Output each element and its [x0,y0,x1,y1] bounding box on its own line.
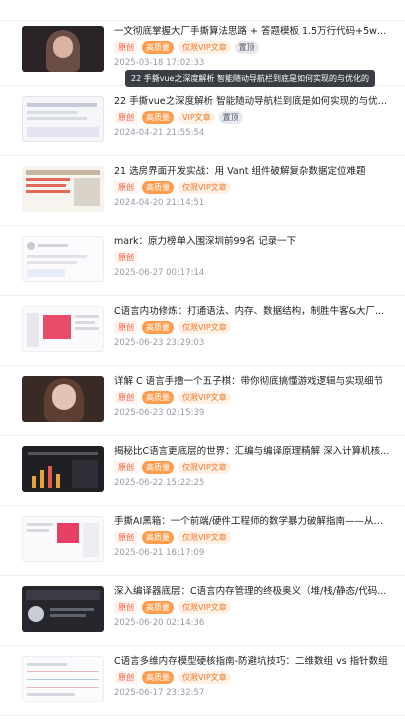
article-thumbnail[interactable] [22,166,104,212]
tag-high-quality: 高质量 [142,461,174,474]
article-thumbnail[interactable] [22,586,104,632]
top-edge [0,0,405,21]
article-tags: 原创 高质量 仅限VIP文章 [114,601,231,615]
article-date: 2025-06-21 16:17:09 [114,548,205,558]
article-date: 2025-06-22 15:22:25 [114,478,205,488]
article-thumbnail[interactable] [22,26,104,72]
article-thumbnail[interactable] [22,446,104,492]
tag-vip: VIP文章 [178,111,215,124]
article-tags: 原创 高质量 仅限VIP文章 [114,321,231,335]
tag-original: 原创 [114,41,138,54]
article-date: 2025-06-20 02:14:36 [114,618,205,628]
tag-pinned: 置顶 [234,41,259,54]
article-date: 2025-06-17 23:32:57 [114,688,205,698]
article-date: 2025-03-18 17:02:33 [114,58,205,68]
article-tags: 原创 高质量 仅限VIP文章 [114,181,231,195]
article-item[interactable]: 揭秘比C语言更底层的世界：汇编与编译原理精解 深入计算机核... 原创 高质量 … [0,442,405,506]
tag-vip: 仅限VIP文章 [178,41,231,54]
tag-high-quality: 高质量 [142,601,174,614]
tag-vip: 仅限VIP文章 [178,391,231,404]
tag-vip: 仅限VIP文章 [178,461,231,474]
article-thumbnail[interactable] [22,376,104,422]
tag-vip: 仅限VIP文章 [178,181,231,194]
tag-pinned: 置顶 [218,111,243,124]
article-item[interactable]: 深入编译器底层：C语言内存管理的终极奥义（堆/栈/静态/代码... 原创 高质量… [0,582,405,646]
tag-vip: 仅限VIP文章 [178,321,231,334]
tag-vip: 仅限VIP文章 [178,531,231,544]
article-title[interactable]: 21 选房界面开发实战：用 Vant 组件破解复杂数据定位难题 [114,165,390,179]
article-date: 2024-04-20 21:14:51 [114,198,205,208]
tag-original: 原创 [114,461,138,474]
article-item[interactable]: 21 选房界面开发实战：用 Vant 组件破解复杂数据定位难题 原创 高质量 仅… [0,162,405,226]
tag-high-quality: 高质量 [142,181,174,194]
article-title[interactable]: 一文彻底掌握大厂手撕算法思路 + 答题模板 1.5万行代码+5w字... [114,25,390,39]
tag-original: 原创 [114,321,138,334]
article-thumbnail[interactable] [22,306,104,352]
article-tags: 原创 高质量 仅限VIP文章 [114,391,231,405]
article-tags: 原创 高质量 仅限VIP文章 [114,531,231,545]
article-title[interactable]: 揭秘比C语言更底层的世界：汇编与编译原理精解 深入计算机核... [114,445,390,459]
article-thumbnail[interactable] [22,96,104,142]
article-title[interactable]: 深入编译器底层：C语言内存管理的终极奥义（堆/栈/静态/代码... [114,585,390,599]
article-date: 2025-06-27 00:17:14 [114,268,205,278]
article-thumbnail[interactable] [22,516,104,562]
tag-original: 原创 [114,181,138,194]
article-title[interactable]: 22 手撕vue之深度解析 智能随动导航栏到底是如何实现的与优化的 [114,95,390,109]
article-item[interactable]: 22 手撕vue之深度解析 智能随动导航栏到底是如何实现的与优化的 原创 高质量… [0,92,405,156]
article-title[interactable]: 详解 C 语言手撸一个五子棋：带你彻底搞懂游戏逻辑与实现细节 [114,375,390,389]
article-thumbnail[interactable] [22,236,104,282]
article-item[interactable]: 详解 C 语言手撸一个五子棋：带你彻底搞懂游戏逻辑与实现细节 原创 高质量 仅限… [0,372,405,436]
article-title[interactable]: C语言多维内存模型硬核指南-防避坑技巧：二维数组 vs 指针数组 [114,655,390,669]
tag-original: 原创 [114,251,138,264]
tag-vip: 仅限VIP文章 [178,601,231,614]
article-item[interactable]: C语言多维内存模型硬核指南-防避坑技巧：二维数组 vs 指针数组 原创 高质量 … [0,652,405,716]
tag-high-quality: 高质量 [142,111,174,124]
article-date: 2024-04-21 21:55:54 [114,128,205,138]
article-thumbnail[interactable] [22,656,104,702]
article-title[interactable]: 手撕AI黑箱：一个前端/硬件工程师的数学暴力破解指南——从神... [114,515,390,529]
article-tags: 原创 高质量 仅限VIP文章 [114,671,231,685]
article-tags: 原创 高质量 仅限VIP文章 置顶 [114,41,259,55]
article-item[interactable]: mark：原力榜单入围深圳前99名 记录一下 原创 2025-06-27 00:… [0,232,405,296]
article-item[interactable]: 手撕AI黑箱：一个前端/硬件工程师的数学暴力破解指南——从神... 原创 高质量… [0,512,405,576]
tag-original: 原创 [114,111,138,124]
tag-original: 原创 [114,531,138,544]
article-tags: 原创 高质量 VIP文章 置顶 [114,111,243,125]
tag-high-quality: 高质量 [142,41,174,54]
title-tooltip: 22 手撕vue之深度解析 智能随动导航栏到底是如何实现的与优化的 [125,70,375,87]
article-date: 2025-06-23 23:29:03 [114,338,205,348]
article-date: 2025-06-23 02:15:39 [114,408,205,418]
article-item[interactable]: C语言内功修炼：打通语法、内存、数据结构，制胜牛客&大厂... 原创 高质量 仅… [0,302,405,366]
article-tags: 原创 高质量 仅限VIP文章 [114,461,231,475]
tag-original: 原创 [114,671,138,684]
article-title[interactable]: C语言内功修炼：打通语法、内存、数据结构，制胜牛客&大厂... [114,305,390,319]
article-tags: 原创 [114,251,138,265]
tag-high-quality: 高质量 [142,531,174,544]
tag-high-quality: 高质量 [142,321,174,334]
tag-high-quality: 高质量 [142,671,174,684]
tag-high-quality: 高质量 [142,391,174,404]
tag-original: 原创 [114,601,138,614]
tag-vip: 仅限VIP文章 [178,671,231,684]
tag-original: 原创 [114,391,138,404]
article-title[interactable]: mark：原力榜单入围深圳前99名 记录一下 [114,235,390,249]
